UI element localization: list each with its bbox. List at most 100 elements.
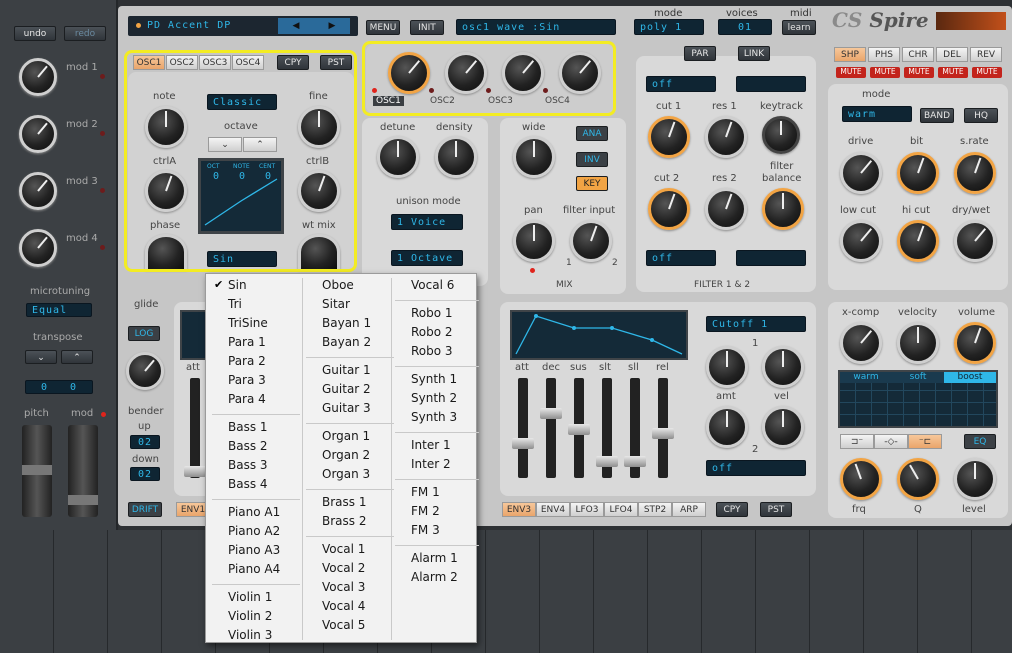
menu-item[interactable]: Alarm 2 xyxy=(411,570,458,584)
menu-item[interactable]: Para 2 xyxy=(228,354,266,368)
filter1-type-display[interactable]: off xyxy=(646,76,716,92)
tab-phs[interactable]: PHS xyxy=(868,47,900,62)
eq-soft-tab[interactable]: soft xyxy=(892,372,944,383)
undo-button[interactable]: undo xyxy=(14,26,56,41)
menu-item[interactable]: Brass 1 xyxy=(322,495,366,509)
menu-item[interactable]: Vocal 5 xyxy=(322,618,365,632)
menu-item[interactable]: Sitar xyxy=(322,297,350,311)
env-vel1-knob[interactable] xyxy=(762,346,804,388)
tab-lfo3[interactable]: LFO3 xyxy=(570,502,604,517)
menu-item[interactable]: Vocal 3 xyxy=(322,580,365,594)
preset-prev-button[interactable]: ◀ xyxy=(278,18,314,34)
filter-balance-knob[interactable] xyxy=(762,188,804,230)
keytrack-knob[interactable] xyxy=(762,116,800,154)
drive-knob[interactable] xyxy=(840,152,882,194)
mode-display[interactable]: poly 1 xyxy=(634,19,704,35)
menu-item[interactable]: FM 3 xyxy=(411,523,440,537)
par-button[interactable]: PAR xyxy=(684,46,716,61)
menu-button[interactable]: MENU xyxy=(366,20,400,35)
menu-item[interactable]: Violin 3 xyxy=(228,628,272,642)
unison-voice-display[interactable]: 1 Voice xyxy=(391,214,463,230)
menu-item[interactable]: Bass 2 xyxy=(228,439,268,453)
menu-item[interactable]: Synth 1 xyxy=(411,372,457,386)
menu-item[interactable]: Bass 4 xyxy=(228,477,268,491)
voices-display[interactable]: 01 xyxy=(718,19,772,35)
menu-item[interactable]: Para 3 xyxy=(228,373,266,387)
env-amt2-knob[interactable] xyxy=(706,406,748,448)
menu-item[interactable]: Organ 3 xyxy=(322,467,370,481)
menu-item[interactable]: FM 2 xyxy=(411,504,440,518)
velocity-knob[interactable] xyxy=(897,322,939,364)
menu-item[interactable]: Robo 3 xyxy=(411,344,453,358)
xcomp-knob[interactable] xyxy=(840,322,882,364)
mute-del-button[interactable]: MUTE xyxy=(938,67,968,78)
tab-env4[interactable]: ENV4 xyxy=(536,502,570,517)
cut1-knob[interactable] xyxy=(648,116,690,158)
menu-item[interactable]: Violin 1 xyxy=(228,590,272,604)
menu-item[interactable]: Bayan 1 xyxy=(322,316,371,330)
menu-item[interactable]: Organ 2 xyxy=(322,448,370,462)
menu-item[interactable]: Bass 3 xyxy=(228,458,268,472)
menu-item[interactable]: Organ 1 xyxy=(322,429,370,443)
env-amt1-knob[interactable] xyxy=(706,346,748,388)
tab-lfo4[interactable]: LFO4 xyxy=(604,502,638,517)
lowcut-knob[interactable] xyxy=(840,220,882,262)
redo-button[interactable]: redo xyxy=(64,26,106,41)
fx-mode-display[interactable]: warm xyxy=(842,106,912,122)
filter2-type-display[interactable]: off xyxy=(646,250,716,266)
mod2-knob[interactable] xyxy=(19,115,57,153)
density-knob[interactable] xyxy=(435,136,477,178)
menu-item[interactable]: Synth 2 xyxy=(411,391,457,405)
env1-att-handle[interactable] xyxy=(184,466,206,477)
env-vel2-knob[interactable] xyxy=(762,406,804,448)
drift-button[interactable]: DRIFT xyxy=(128,502,162,517)
preset-name[interactable]: PD Accent DP xyxy=(147,20,231,31)
menu-item[interactable]: Vocal 6 xyxy=(411,278,454,292)
env-dec-fader[interactable] xyxy=(546,378,556,478)
mod3-knob[interactable] xyxy=(19,172,57,210)
env-target2-display[interactable]: off xyxy=(706,460,806,476)
menu-item[interactable]: Brass 2 xyxy=(322,514,366,528)
inv-button[interactable]: INV xyxy=(576,152,608,167)
env-att-handle[interactable] xyxy=(512,438,534,449)
mute-rev-button[interactable]: MUTE xyxy=(972,67,1002,78)
menu-item[interactable]: Robo 2 xyxy=(411,325,453,339)
eq-boost-tab[interactable]: boost xyxy=(944,372,996,383)
menu-item[interactable]: Tri xyxy=(228,297,242,311)
drywet-knob[interactable] xyxy=(954,220,996,262)
env-sus-handle[interactable] xyxy=(568,424,590,435)
wide-knob[interactable] xyxy=(513,136,555,178)
init-button[interactable]: INIT xyxy=(410,20,444,35)
menu-item[interactable]: Oboe xyxy=(322,278,354,292)
menu-item[interactable]: Piano A4 xyxy=(228,562,280,576)
filter2-mode-display[interactable] xyxy=(736,250,806,266)
pitch-wheel[interactable] xyxy=(22,425,52,517)
preset-next-button[interactable]: ▶ xyxy=(314,18,350,34)
tab-stp2[interactable]: STP2 xyxy=(638,502,672,517)
band-button[interactable]: BAND xyxy=(920,108,954,123)
menu-item[interactable]: Guitar 3 xyxy=(322,401,371,415)
mute-shp-button[interactable]: MUTE xyxy=(836,67,866,78)
env-slt-handle[interactable] xyxy=(596,456,618,467)
menu-item[interactable]: Para 4 xyxy=(228,392,266,406)
menu-item[interactable]: Robo 1 xyxy=(411,306,453,320)
menu-item[interactable]: Guitar 1 xyxy=(322,363,371,377)
tab-chr[interactable]: CHR xyxy=(902,47,934,62)
menu-item[interactable]: Alarm 1 xyxy=(411,551,458,565)
menu-item[interactable]: Vocal 2 xyxy=(322,561,365,575)
srate-knob[interactable] xyxy=(954,152,996,194)
menu-item[interactable]: Vocal 1 xyxy=(322,542,365,556)
hq-button[interactable]: HQ xyxy=(964,108,998,123)
eq-warm-tab[interactable]: warm xyxy=(840,372,892,383)
menu-item[interactable]: Guitar 2 xyxy=(322,382,371,396)
mute-phs-button[interactable]: MUTE xyxy=(870,67,900,78)
key-button[interactable]: KEY xyxy=(576,176,608,191)
menu-item[interactable]: Piano A2 xyxy=(228,524,280,538)
env-paste-button[interactable]: PST xyxy=(760,502,792,517)
env-att-fader[interactable] xyxy=(518,378,528,478)
menu-item[interactable]: Inter 1 xyxy=(411,438,451,452)
q-knob[interactable] xyxy=(897,458,939,500)
env-sll-handle[interactable] xyxy=(624,456,646,467)
mod1-knob[interactable] xyxy=(19,58,57,96)
microtuning-display[interactable]: Equal xyxy=(26,303,92,317)
